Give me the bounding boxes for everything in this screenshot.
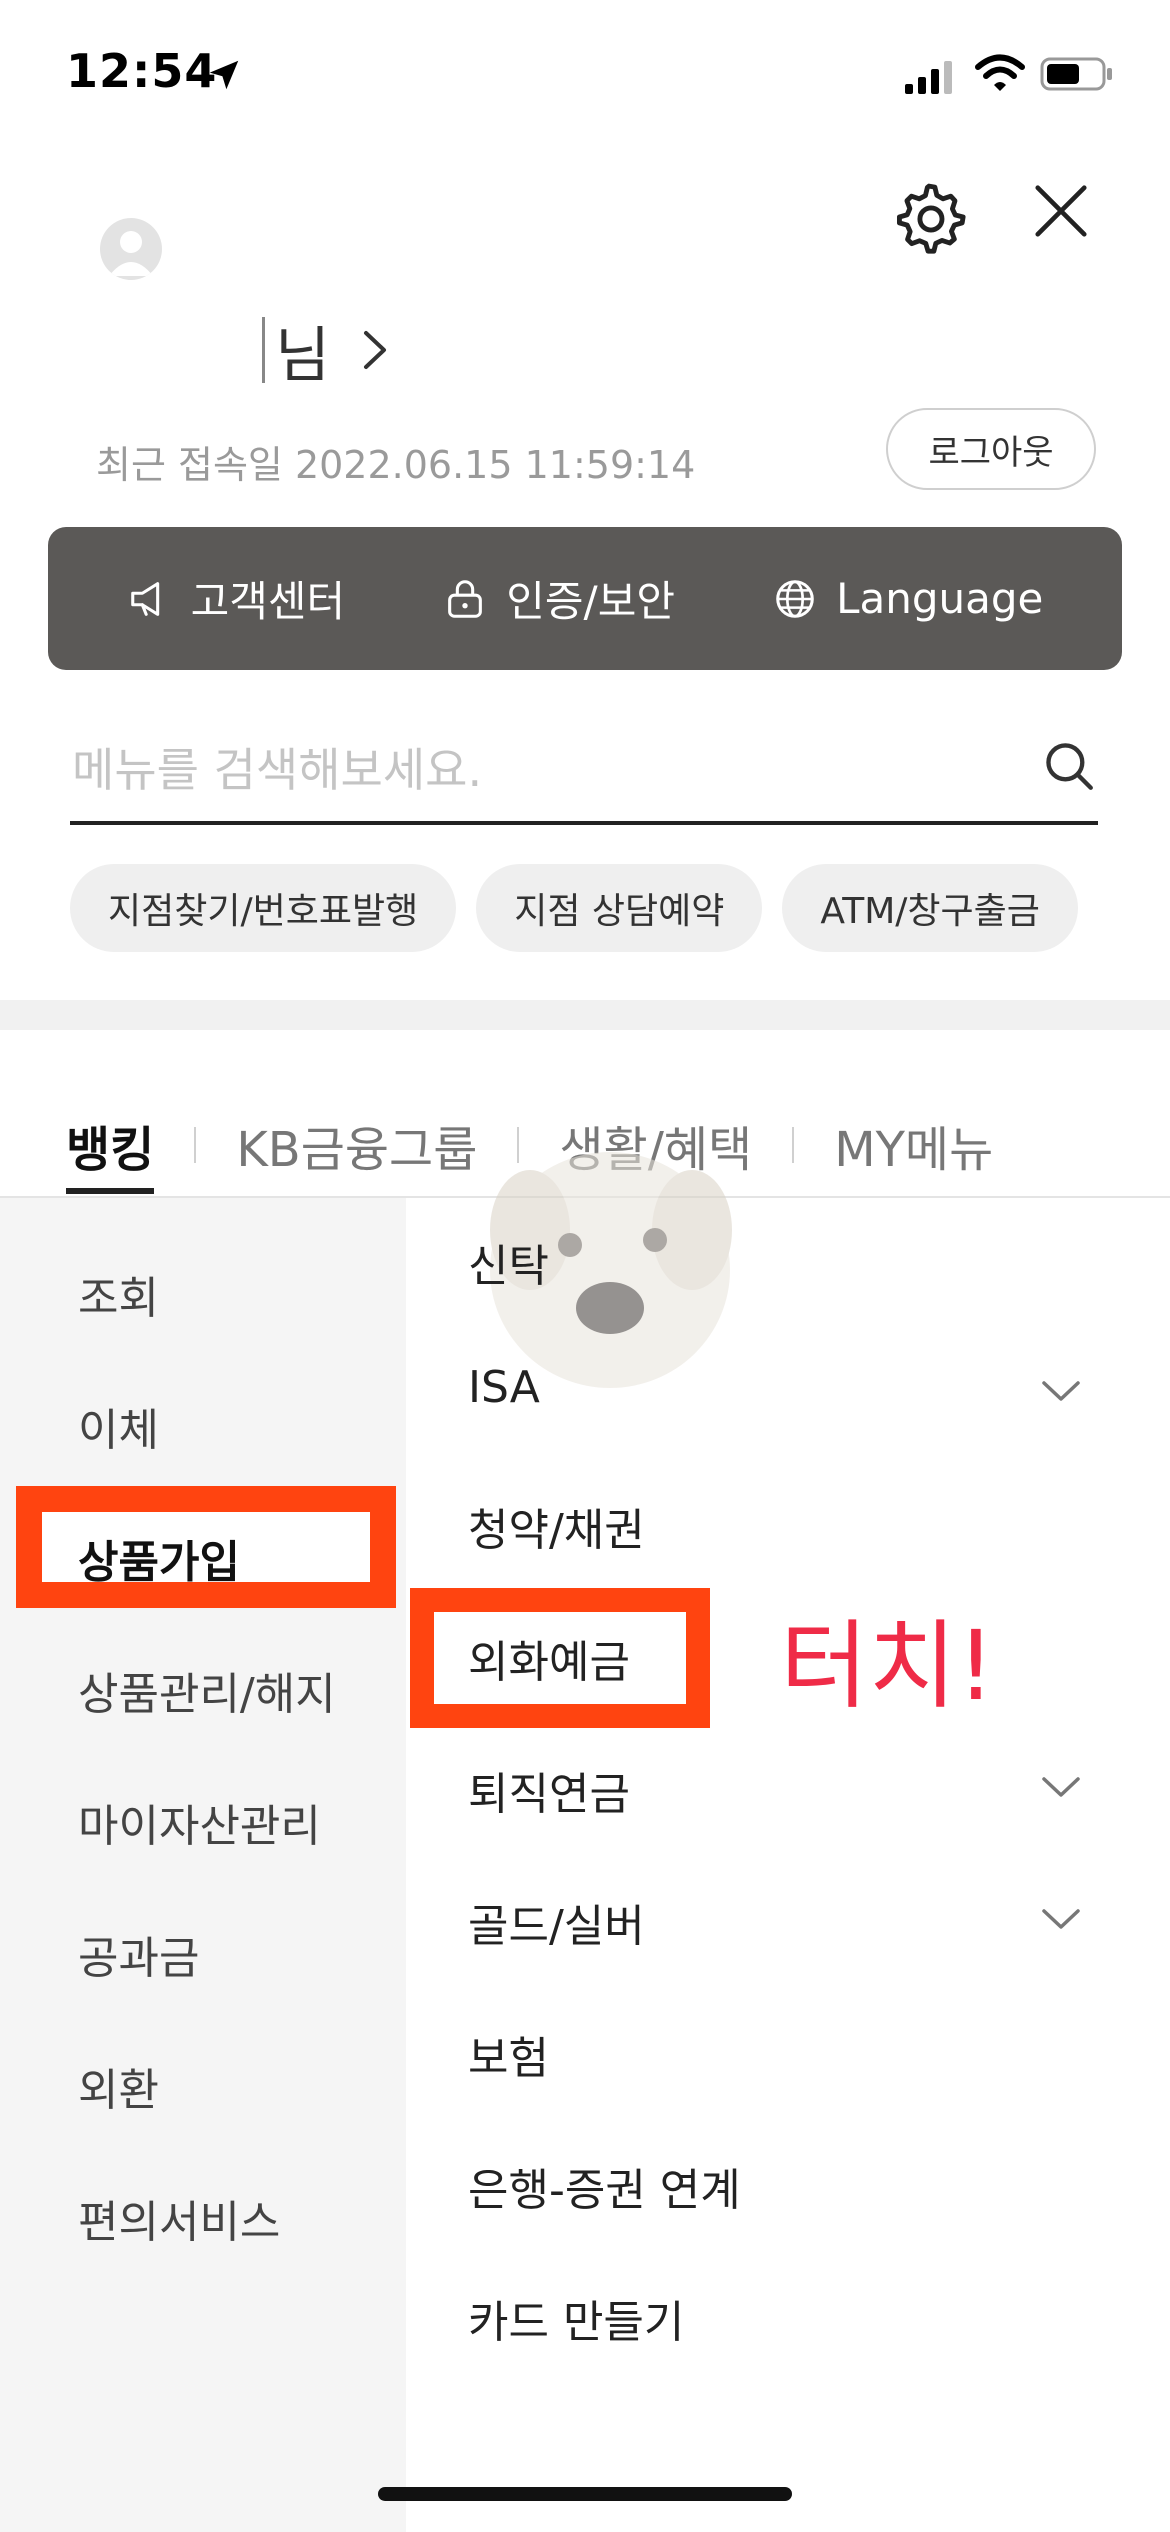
category-item[interactable]: 편의서비스 [78,2186,280,2250]
user-name-masked [262,317,265,383]
quick-item-label: Language [836,574,1044,623]
tab-separator [194,1127,197,1163]
section-divider [0,1000,1170,1030]
avatar [100,218,162,280]
battery-icon [1040,57,1112,91]
category-item[interactable]: 조회 [78,1262,159,1326]
wifi-icon [975,54,1025,91]
quick-menu-bar: 고객센터 인증/보안 Language [48,527,1122,670]
submenu-item[interactable]: 카드 만들기 [468,2286,684,2350]
chip-branch-finder[interactable]: 지점찾기/번호표발행 [70,864,457,952]
submenu-item[interactable]: 퇴직연금 [468,1758,630,1822]
quick-item-label: 고객센터 [190,577,346,626]
submenu-item[interactable]: 신탁 [468,1230,549,1294]
tab-kb-group[interactable]: KB금융그룹 [236,1100,477,1190]
category-item[interactable]: 마이자산관리 [78,1790,321,1854]
user-silhouette-icon [109,231,153,276]
submenu-item[interactable]: 골드/실버 [468,1890,645,1954]
chevron-right-icon [364,331,387,369]
customer-center-button[interactable]: 고객센터 [127,568,346,629]
close-icon[interactable] [1030,180,1092,242]
search-icon[interactable] [1040,737,1098,795]
submenu-item[interactable]: 은행-증권 연계 [468,2154,741,2218]
tab-banking[interactable]: 뱅킹 [66,1100,155,1194]
language-button[interactable]: Language [772,574,1043,623]
submenu-item[interactable]: 청약/채권 [468,1494,645,1558]
location-arrow-icon [209,60,239,90]
category-item[interactable]: 이체 [78,1394,159,1458]
cellular-signal-icon [905,61,952,94]
chevron-down-icon[interactable] [1040,1906,1082,1932]
submenu-item[interactable]: ISA [468,1362,540,1413]
category-sidebar [0,1198,406,2532]
search-input[interactable] [72,725,972,815]
status-bar: 12:54 [0,0,1170,150]
user-suffix: 님 [275,320,331,391]
chevron-down-icon[interactable] [1040,1774,1082,1800]
submenu-item[interactable]: 보험 [468,2022,549,2086]
category-item[interactable]: 상품관리/해지 [78,1658,336,1722]
tab-separator [792,1127,795,1163]
home-indicator[interactable] [378,2487,792,2501]
security-button[interactable]: 인증/보안 [442,568,675,629]
chip-branch-reservation[interactable]: 지점 상담예약 [476,864,763,952]
user-name-link[interactable]: 님 [262,315,390,391]
quick-item-label: 인증/보안 [506,577,675,626]
chip-atm-withdrawal[interactable]: ATM/창구출금 [782,864,1078,952]
category-item-active[interactable]: 상품가입 [78,1526,240,1590]
category-item[interactable]: 외환 [78,2054,159,2118]
megaphone-icon [130,581,159,616]
tab-my-menu[interactable]: MY메뉴 [834,1100,993,1190]
search-bar [70,715,1098,825]
logout-button[interactable]: 로그아웃 [886,408,1096,490]
globe-icon [776,579,814,618]
submenu-item-highlighted[interactable]: 외화예금 [468,1626,630,1690]
category-item[interactable]: 공과금 [78,1922,199,1986]
last-login-text: 최근 접속일 2022.06.15 11:59:14 [96,443,696,487]
quick-chips: 지점찾기/번호표발행 지점 상담예약 ATM/창구출금 [70,864,1078,952]
chevron-down-icon[interactable] [1040,1378,1082,1404]
gear-icon[interactable] [890,178,968,256]
lock-icon [448,579,483,618]
status-time: 12:54 [66,44,218,98]
touch-annotation: 터치! [780,1610,996,1722]
